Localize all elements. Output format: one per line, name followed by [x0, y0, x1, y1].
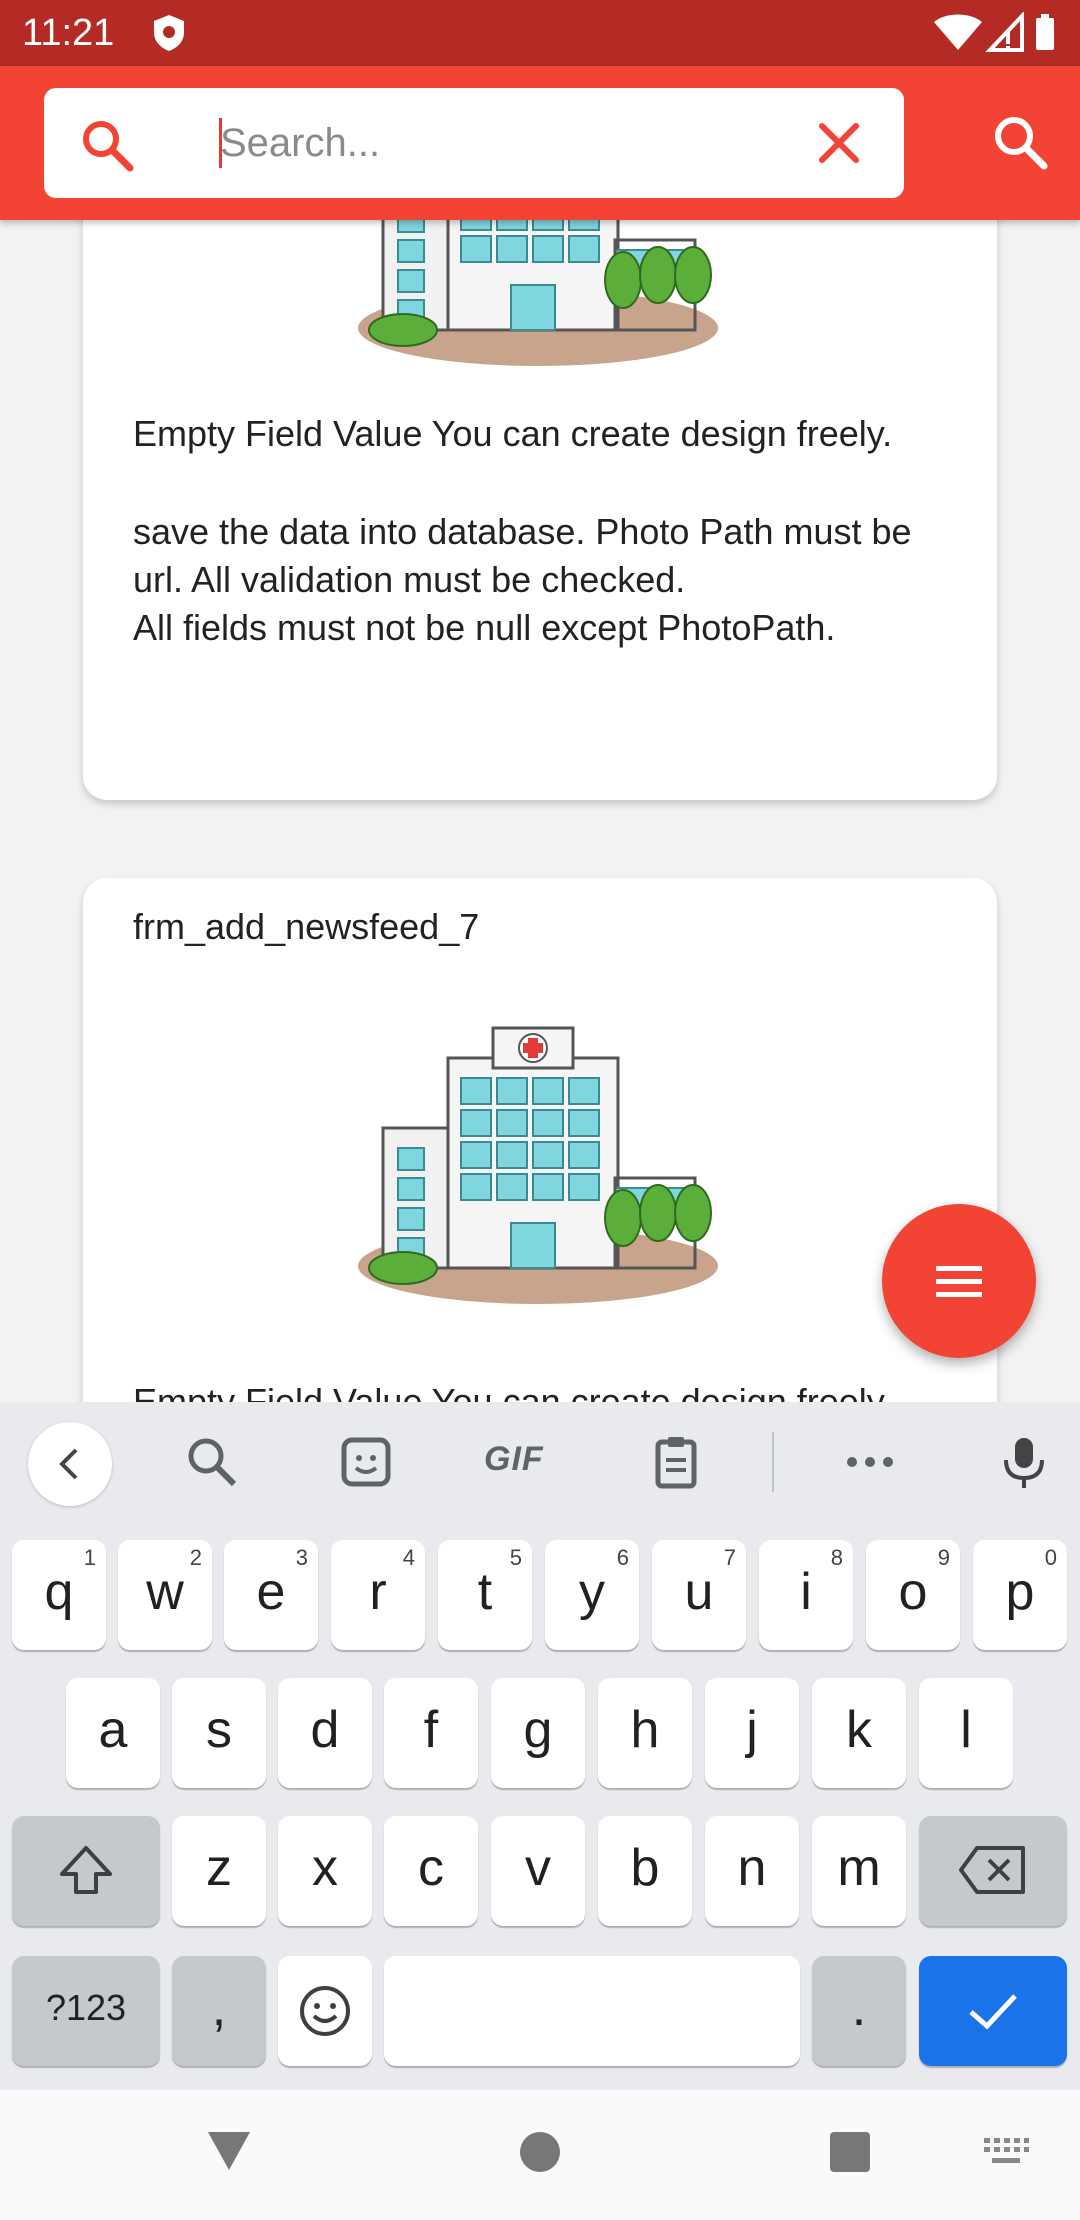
key-w[interactable]: w2: [118, 1540, 212, 1650]
key-v[interactable]: v: [491, 1816, 585, 1926]
card-title: frm_add_newsfeed_7: [133, 906, 480, 947]
gif-button[interactable]: GIF: [484, 1440, 544, 1479]
status-time: 11:21: [22, 12, 115, 54]
close-icon[interactable]: [814, 118, 864, 168]
key-r[interactable]: r4: [331, 1540, 425, 1650]
home-nav-icon[interactable]: [518, 2130, 562, 2174]
space-key[interactable]: [384, 1956, 800, 2066]
key-k[interactable]: k: [812, 1678, 906, 1788]
toolbar-divider: [772, 1432, 774, 1492]
search-icon[interactable]: [184, 1434, 240, 1490]
keyboard-toolbar: GIF: [0, 1402, 1080, 1522]
soft-keyboard: GIF q1 w2 e3 r4 t5 y6 u7 i8 o9 p0 a s d …: [0, 1402, 1080, 2090]
card-description-detail: save the data into database. Photo Path …: [133, 511, 912, 600]
enter-key[interactable]: [919, 1956, 1067, 2066]
comma-key[interactable]: ,: [172, 1956, 266, 2066]
key-c[interactable]: c: [384, 1816, 478, 1926]
key-h[interactable]: h: [598, 1678, 692, 1788]
text-cursor: [219, 118, 222, 168]
key-l[interactable]: l: [919, 1678, 1013, 1788]
symbols-key[interactable]: ?123: [12, 1956, 160, 2066]
key-n[interactable]: n: [705, 1816, 799, 1926]
key-j[interactable]: j: [705, 1678, 799, 1788]
menu-fab-button[interactable]: [882, 1204, 1036, 1358]
newsfeed-card[interactable]: frm_add_newsfeed_7 Empty Field Value You…: [83, 878, 997, 1402]
more-icon[interactable]: [842, 1434, 898, 1490]
keyboard-back-button[interactable]: [28, 1422, 112, 1506]
keyboard-switch-icon[interactable]: [982, 2136, 1030, 2168]
search-input[interactable]: [220, 110, 800, 176]
key-e[interactable]: e3: [224, 1540, 318, 1650]
key-f[interactable]: f: [384, 1678, 478, 1788]
key-x[interactable]: x: [278, 1816, 372, 1926]
shift-key[interactable]: [12, 1816, 160, 1926]
menu-icon: [936, 1266, 982, 1297]
hospital-illustration: [358, 220, 718, 366]
battery-icon: [1036, 18, 1054, 50]
key-q[interactable]: q1: [12, 1540, 106, 1650]
card-body: Empty Field Value You can create design …: [133, 410, 963, 652]
chevron-left-icon: [59, 1448, 78, 1480]
backspace-icon: [959, 1846, 1025, 1894]
key-o[interactable]: o9: [866, 1540, 960, 1650]
key-i[interactable]: i8: [759, 1540, 853, 1650]
key-t[interactable]: t5: [438, 1540, 532, 1650]
search-action-icon[interactable]: [990, 112, 1050, 172]
search-box[interactable]: [44, 88, 904, 198]
sticker-icon[interactable]: [338, 1434, 394, 1490]
key-p[interactable]: p0: [973, 1540, 1067, 1650]
navigation-bar: [0, 2090, 1080, 2220]
shift-icon: [60, 1846, 112, 1894]
system-status-icons: [934, 12, 1054, 52]
key-s[interactable]: s: [172, 1678, 266, 1788]
key-m[interactable]: m: [812, 1816, 906, 1926]
backspace-key[interactable]: [919, 1816, 1067, 1926]
checkmark-icon: [969, 1994, 1017, 2030]
period-key[interactable]: .: [812, 1956, 906, 2066]
card-description: Empty Field Value You can create design …: [133, 413, 893, 454]
hospital-illustration: [358, 1026, 718, 1304]
key-b[interactable]: b: [598, 1816, 692, 1926]
search-icon: [83, 121, 134, 172]
card-body: Empty Field Value You can create design …: [133, 1378, 963, 1402]
newsfeed-card[interactable]: Empty Field Value You can create design …: [83, 220, 997, 800]
clipboard-icon[interactable]: [648, 1434, 704, 1490]
microphone-icon[interactable]: [996, 1434, 1052, 1490]
key-d[interactable]: d: [278, 1678, 372, 1788]
emoji-key[interactable]: [278, 1956, 372, 2066]
key-a[interactable]: a: [66, 1678, 160, 1788]
back-nav-icon[interactable]: [206, 2130, 252, 2172]
emoji-icon: [300, 1986, 350, 2036]
app-bar: [0, 66, 1080, 220]
shield-icon: [154, 15, 184, 51]
card-description-note: All fields must not be null except Photo…: [133, 607, 836, 648]
status-bar: 11:21: [0, 0, 1080, 66]
key-y[interactable]: y6: [545, 1540, 639, 1650]
card-description: Empty Field Value You can create design …: [133, 1381, 893, 1402]
key-g[interactable]: g: [491, 1678, 585, 1788]
key-z[interactable]: z: [172, 1816, 266, 1926]
wifi-icon: [934, 14, 982, 50]
key-u[interactable]: u7: [652, 1540, 746, 1650]
recents-nav-icon[interactable]: [828, 2130, 872, 2174]
